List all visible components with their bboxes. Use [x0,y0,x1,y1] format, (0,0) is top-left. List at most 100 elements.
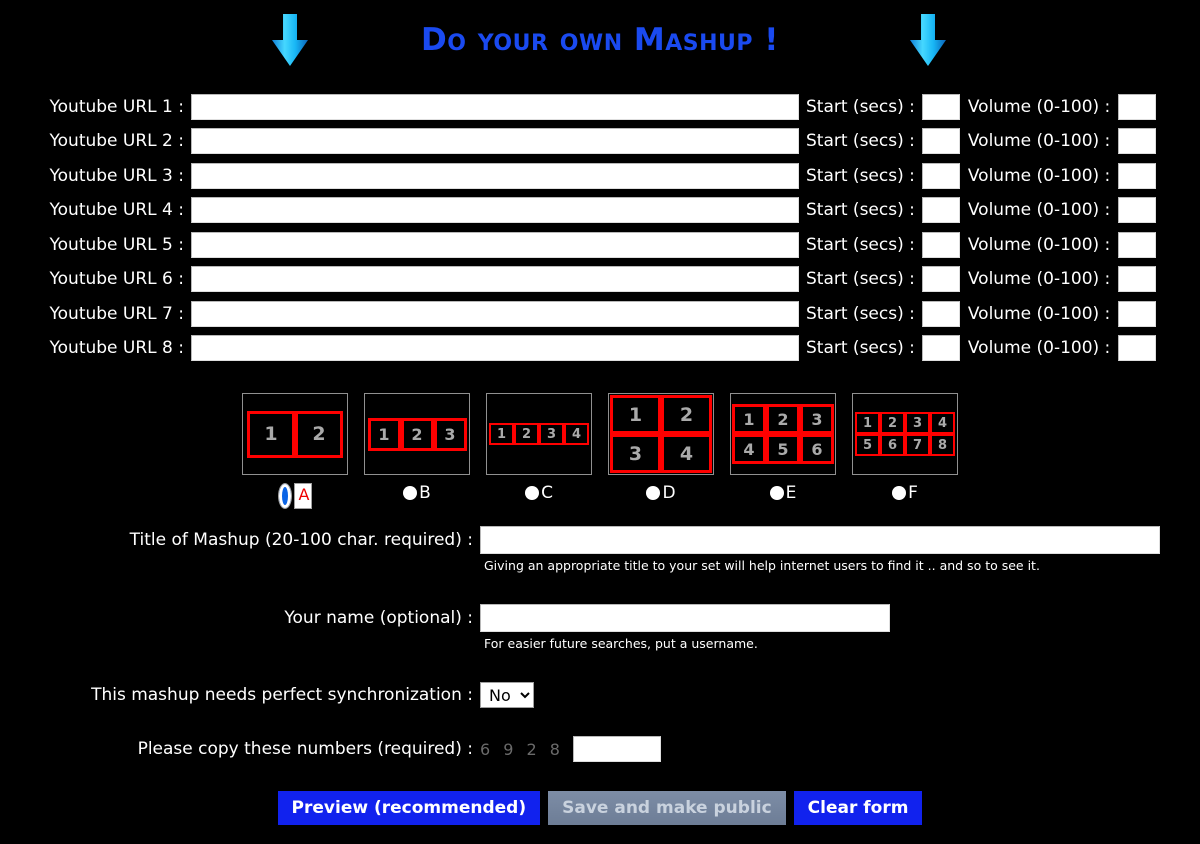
layout-cell: 6 [880,434,905,456]
start-secs-input[interactable] [921,300,960,327]
volume-label: Volume (0-100) : [967,303,1111,324]
layout-radio-row[interactable]: B [403,483,431,503]
youtube-url-input[interactable] [191,335,799,361]
layout-radio-label-a: A [293,483,313,509]
layout-option-d[interactable]: 1234 D [608,393,714,509]
start-secs-label: Start (secs) : [806,131,915,151]
volume-input[interactable] [1118,335,1157,361]
layout-radio-row[interactable]: E [769,483,796,503]
youtube-url-input[interactable] [191,128,799,154]
volume-input[interactable] [1118,300,1157,327]
youtube-url-row: Youtube URL 1 : Start (secs) : Volume (0-1… [0,92,1200,121]
captcha-label: Please copy these numbers (required) : [137,739,473,759]
layout-preview-b[interactable]: 123 [364,393,470,475]
layout-radio-row[interactable]: C [525,483,553,503]
preview-button[interactable]: Preview (recommended) [277,791,541,825]
save-and-make-public-button[interactable]: Save and make public [548,791,786,825]
layout-radio-row[interactable]: A [277,483,313,509]
layout-option-c[interactable]: 1234 C [486,393,592,509]
youtube-url-row: Youtube URL 7 : Start (secs) : Volume (0-1… [0,299,1200,328]
youtube-url-rows: Youtube URL 1 : Start (secs) : Volume (0-1… [0,92,1200,368]
captcha-digits: 6 9 2 8 [480,739,564,759]
layout-radio-c[interactable] [525,486,540,500]
layout-cell: 2 [880,412,905,434]
volume-input[interactable] [1118,266,1157,292]
youtube-url-label: Youtube URL 5 : [49,234,184,255]
youtube-url-label: Youtube URL 4 : [49,200,184,220]
layout-radio-row[interactable]: D [646,483,676,503]
layout-cell: 3 [539,423,564,445]
clear-form-button[interactable]: Clear form [793,791,923,825]
youtube-url-input[interactable] [191,197,799,223]
layout-cell: 2 [766,404,800,434]
mashup-title-input[interactable] [480,526,1160,554]
layout-option-a[interactable]: 12 A [242,393,348,509]
youtube-url-label: Youtube URL 6 : [49,269,184,289]
layout-cell: 5 [855,434,880,456]
start-secs-input[interactable] [921,335,960,361]
youtube-url-input[interactable] [191,162,799,189]
start-secs-label: Start (secs) : [806,338,915,358]
layout-preview-e[interactable]: 123 456 [730,393,836,475]
youtube-url-input[interactable] [191,266,799,292]
start-secs-input[interactable] [921,266,960,292]
volume-input[interactable] [1118,231,1157,258]
start-secs-label: Start (secs) : [806,303,915,324]
layout-cell: 6 [800,434,834,464]
start-secs-input[interactable] [921,93,960,120]
title-field-row: Title of Mashup (20-100 char. required) … [0,526,1200,554]
your-name-input[interactable] [480,604,890,632]
layout-radio-label-c: C [541,483,553,503]
layout-radio-row[interactable]: F [892,483,918,503]
youtube-url-label: Youtube URL 7 : [49,303,184,324]
layout-preview-c[interactable]: 1234 [486,393,592,475]
down-arrow-icon-left [268,12,312,68]
layout-radio-label-b: B [419,483,431,503]
layout-preview-a[interactable]: 12 [242,393,348,475]
layout-cell: 3 [433,417,467,451]
layout-radio-e[interactable] [769,486,784,500]
layout-option-b[interactable]: 123 B [364,393,470,509]
volume-label: Volume (0-100) : [967,165,1111,186]
start-secs-input[interactable] [921,162,960,189]
layout-radio-f[interactable] [892,486,907,500]
layout-radio-d[interactable] [646,486,661,500]
start-secs-label: Start (secs) : [806,200,915,220]
youtube-url-input[interactable] [191,300,799,327]
youtube-url-input[interactable] [191,93,799,120]
start-secs-input[interactable] [921,197,960,223]
layout-cell: 1 [489,423,514,445]
layout-cell: 4 [930,412,955,434]
down-arrow-icon-right [906,12,950,68]
layout-radio-b[interactable] [403,486,418,500]
layout-cell: 1 [367,417,401,451]
layout-preview-d[interactable]: 1234 [608,393,714,475]
start-secs-input[interactable] [921,128,960,154]
layout-cell: 2 [661,395,712,434]
layout-cell: 3 [905,412,930,434]
layout-preview-f[interactable]: 1234 5678 [852,393,958,475]
sync-field-row: This mashup needs perfect synchronizatio… [0,682,1200,708]
layout-cell: 4 [661,434,712,473]
layout-grid: 123 456 [732,404,834,464]
layout-grid: 1234 [489,423,589,445]
layout-cell: 5 [766,434,800,464]
layout-option-e[interactable]: 123 456 E [730,393,836,509]
layout-cell: 8 [930,434,955,456]
sync-select[interactable]: NoYes [480,682,534,708]
layout-option-f[interactable]: 1234 5678 F [852,393,958,509]
volume-input[interactable] [1118,162,1157,189]
start-secs-input[interactable] [921,231,960,258]
volume-input[interactable] [1118,128,1157,154]
captcha-row: Please copy these numbers (required) : 6… [0,736,1200,762]
youtube-url-row: Youtube URL 5 : Start (secs) : Volume (0-1… [0,230,1200,259]
youtube-url-row: Youtube URL 6 : Start (secs) : Volume (0-1… [0,265,1200,294]
layout-radio-a[interactable] [277,483,292,509]
form-actions: Preview (recommended) Save and make publ… [0,791,1200,825]
volume-input[interactable] [1118,93,1157,120]
youtube-url-input[interactable] [191,231,799,258]
volume-label: Volume (0-100) : [967,269,1111,289]
captcha-input[interactable] [572,736,661,762]
youtube-url-row: Youtube URL 4 : Start (secs) : Volume (0-1… [0,196,1200,225]
volume-input[interactable] [1118,197,1157,223]
